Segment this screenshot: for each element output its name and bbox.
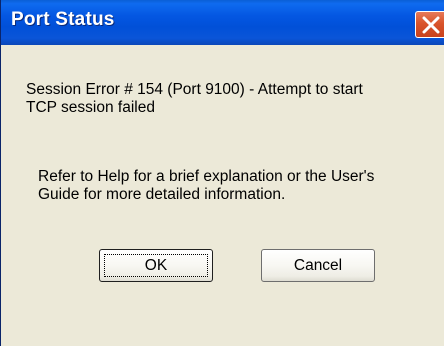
close-button[interactable] (415, 11, 444, 38)
cancel-button[interactable]: Cancel (261, 249, 375, 282)
ok-button[interactable]: OK (99, 249, 213, 282)
error-message-line-1: Session Error # 154 (Port 9100) - Attemp… (26, 81, 363, 98)
title-bar[interactable]: Port Status (1, 0, 444, 45)
error-message-line-2: TCP session failed (26, 99, 155, 116)
help-message-line-2: Guide for more detailed information. (38, 186, 286, 203)
help-message-line-1: Refer to Help for a brief explanation or… (38, 168, 375, 185)
cancel-button-label: Cancel (293, 257, 343, 274)
window-title: Port Status (11, 9, 115, 30)
ok-button-label: OK (144, 257, 168, 274)
port-status-dialog: Port Status Session Error # 154 (Port 91… (0, 0, 444, 346)
close-icon (422, 16, 440, 34)
